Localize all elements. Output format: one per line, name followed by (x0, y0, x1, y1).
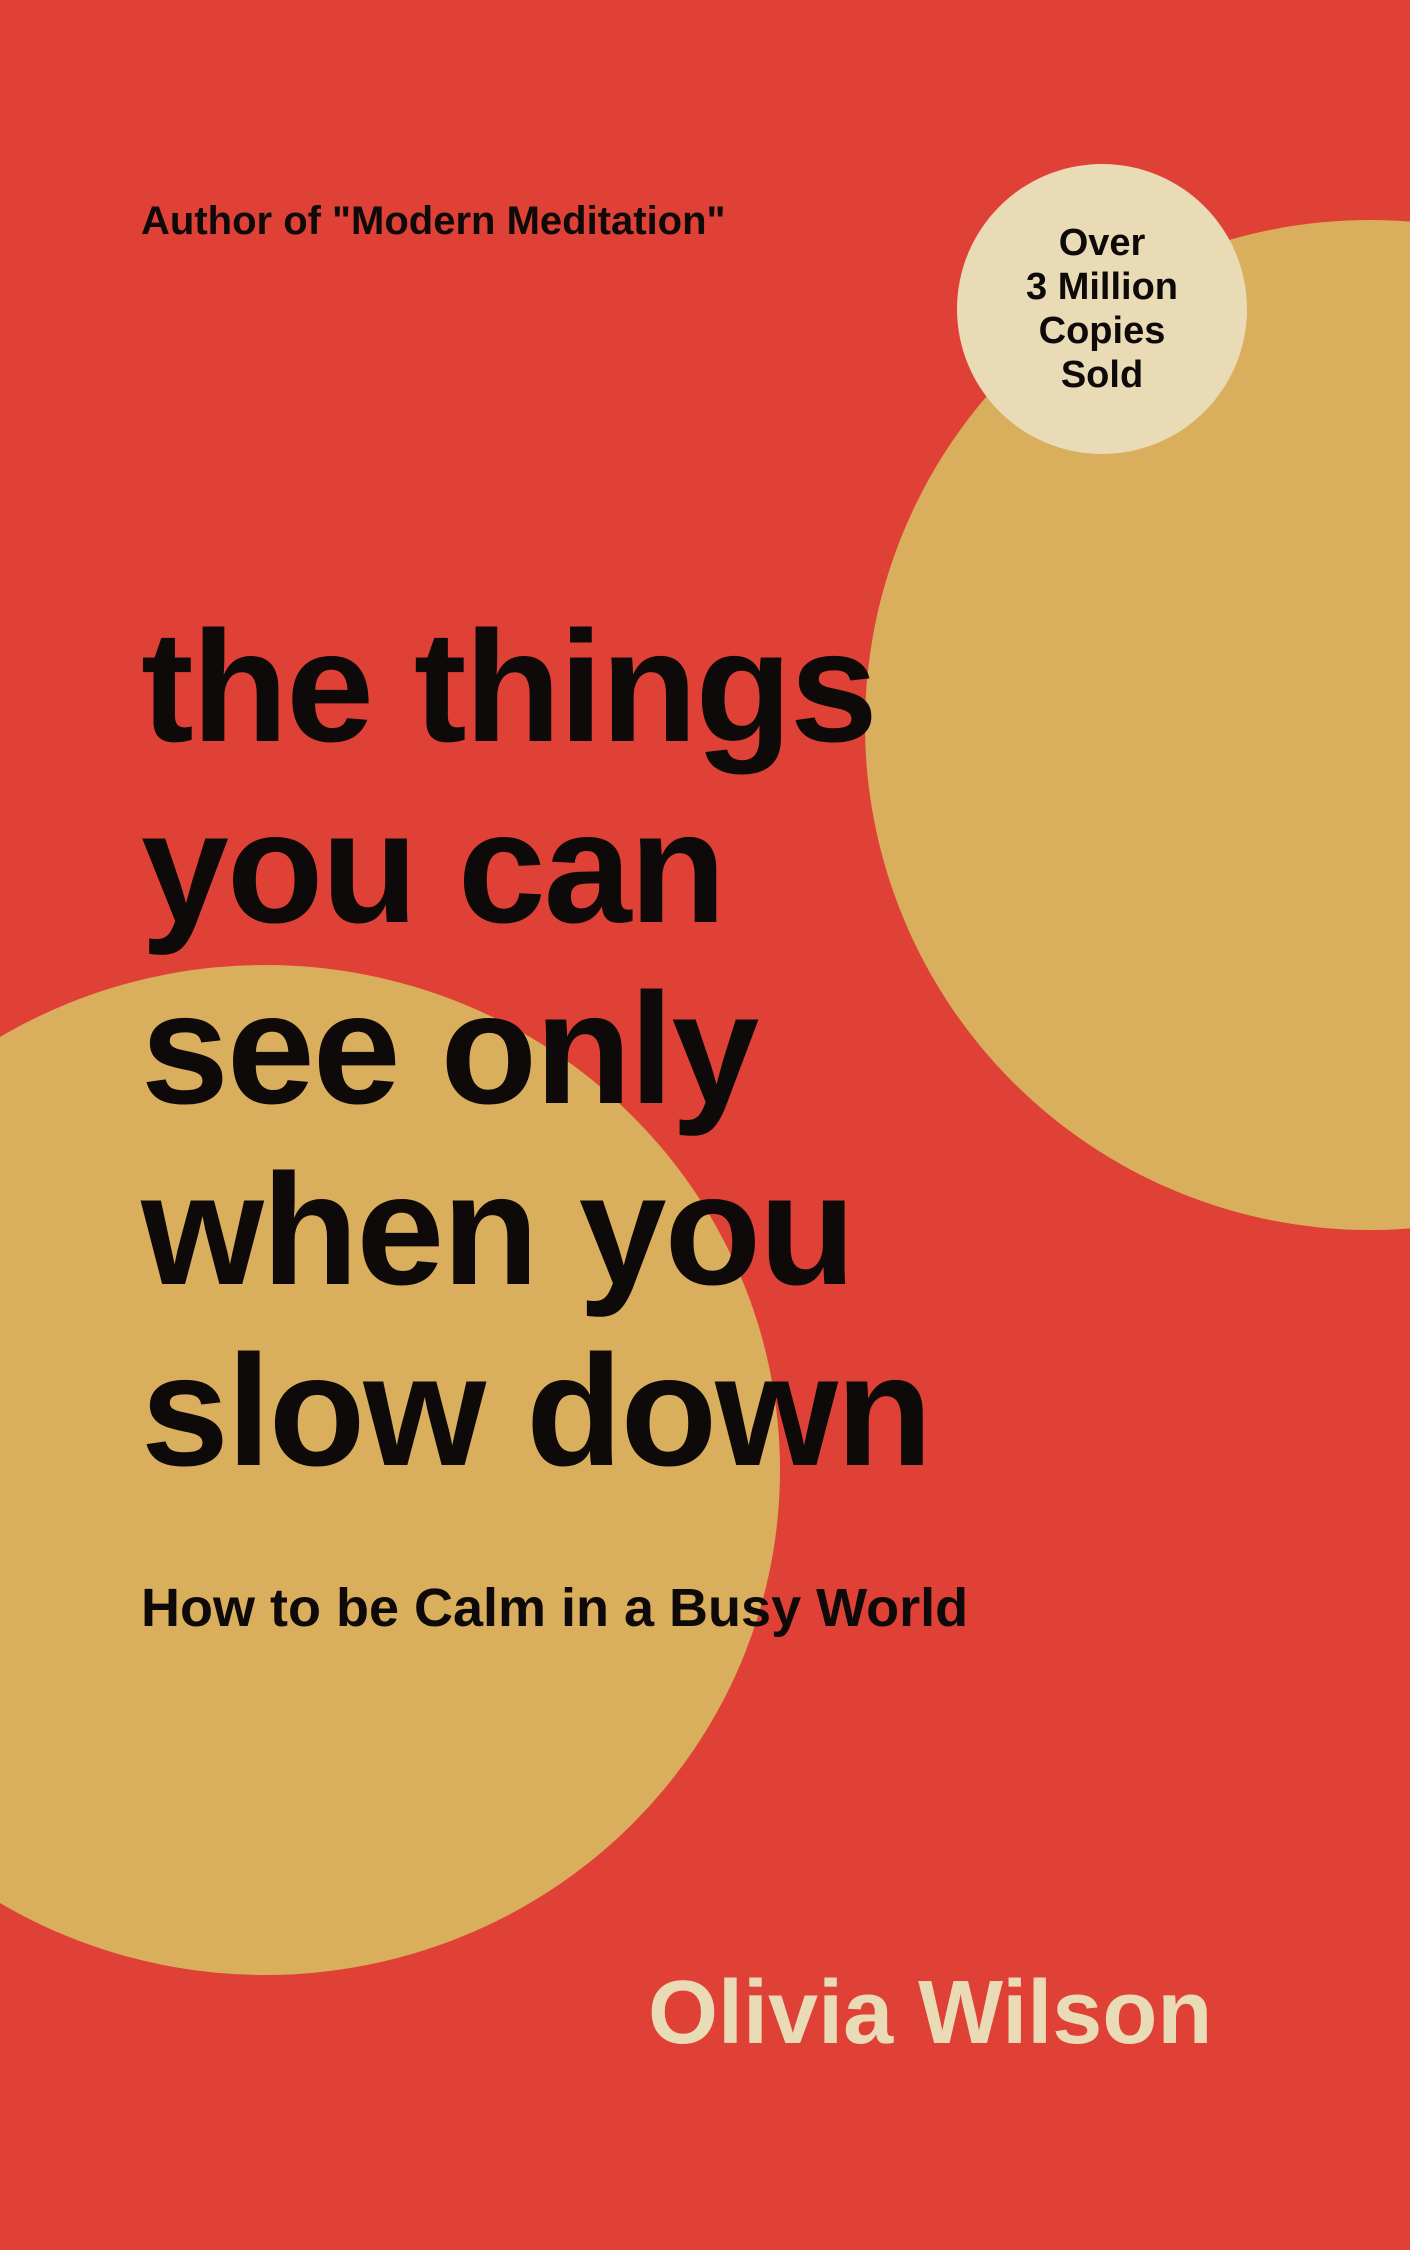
badge-line-4: Sold (1060, 354, 1144, 396)
badge-line-1: Over (1058, 222, 1146, 264)
author-name: Olivia Wilson (648, 1963, 1213, 2063)
title-line-1: the things (141, 599, 878, 775)
title-line-4: when you (141, 1142, 856, 1318)
badge-line-2: 3 Million (1026, 266, 1178, 308)
title-line-2: you can (141, 780, 726, 956)
book-cover: Author of "Modern Meditation" Over 3 Mil… (0, 0, 1410, 2250)
title-line-5: slow down (141, 1323, 933, 1499)
badge-line-3: Copies (1038, 310, 1166, 352)
author-credit: Author of "Modern Meditation" (141, 199, 726, 243)
book-title: the things you can see only when you slo… (141, 597, 1321, 1502)
title-line-3: see only (141, 961, 759, 1137)
book-subtitle: How to be Calm in a Busy World (141, 1578, 969, 1638)
sales-badge: Over 3 Million Copies Sold (957, 164, 1247, 454)
